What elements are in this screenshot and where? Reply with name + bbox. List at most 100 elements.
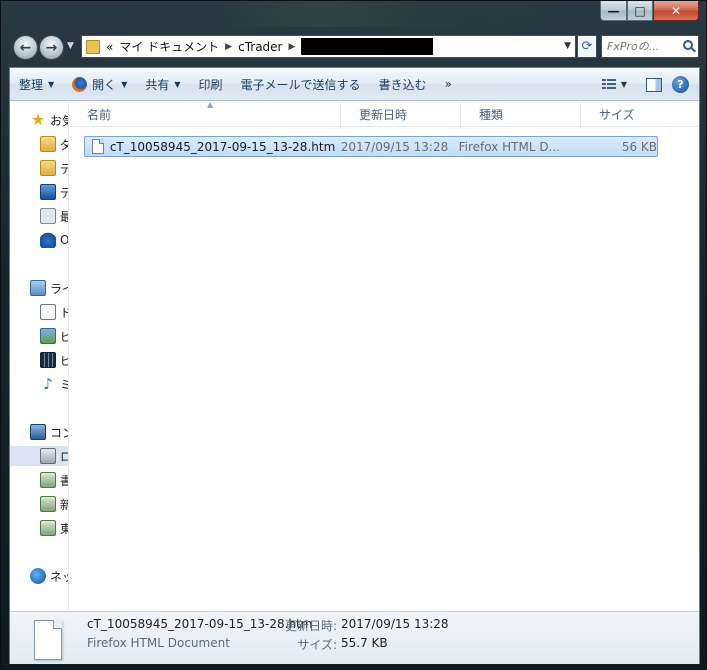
nav-item-label: 東 <box>60 521 68 536</box>
nav-local-disk[interactable]: ロ <box>10 446 68 466</box>
details-size-value: 55.7 KB <box>341 636 388 650</box>
address-dropdown-icon[interactable]: ▼ <box>564 41 571 51</box>
column-header-size[interactable]: サイズ <box>581 102 661 127</box>
address-bar[interactable]: « マイ ドキュメント ▶ cTrader ▶ ▼ <box>81 35 576 58</box>
details-file-type: Firefox HTML Document <box>87 636 230 650</box>
details-modified-value: 2017/09/15 13:28 <box>341 617 449 631</box>
refresh-button[interactable]: ⟳ <box>577 35 597 58</box>
column-header-date[interactable]: 更新日時 <box>341 102 461 127</box>
nav-music[interactable]: ♪ ミ <box>40 374 68 394</box>
libraries-icon <box>30 280 46 296</box>
more-commands-button[interactable]: » <box>436 68 461 101</box>
nav-item-label: 書 <box>60 473 68 488</box>
firefox-icon <box>72 76 88 92</box>
open-menu[interactable]: 開く ▼ <box>63 68 136 101</box>
print-button[interactable]: 印刷 <box>190 68 232 101</box>
preview-pane-icon[interactable] <box>646 77 662 92</box>
details-modified-label: 更新日時: <box>284 619 337 633</box>
print-label: 印刷 <box>198 77 223 92</box>
nav-item-label: ロ <box>60 449 68 464</box>
nav-network-drive-3[interactable]: 東 <box>40 518 68 538</box>
nav-item-label: ド <box>60 305 68 320</box>
share-menu[interactable]: 共有 ▼ <box>136 68 189 101</box>
recent-pages-dropdown[interactable]: ▼ <box>67 41 74 51</box>
help-icon[interactable]: ? <box>672 76 689 93</box>
column-header-type[interactable]: 種類 <box>461 102 581 127</box>
breadcrumb-separator-icon[interactable]: ▶ <box>288 42 295 52</box>
forward-button[interactable]: → <box>39 35 64 60</box>
explorer-client-area: 整理 ▼ 開く ▼ 共有 ▼ 印刷 電子メールで送信する 書き込む » ▼ ? … <box>9 67 700 664</box>
breadcrumb-overflow[interactable]: « <box>106 40 113 54</box>
nav-network-drive-2[interactable]: 新 <box>40 494 68 514</box>
breadcrumb-item-my-documents[interactable]: マイ ドキュメント <box>119 38 219 55</box>
nav-item-label: ビ <box>60 353 68 368</box>
nav-documents[interactable]: ド <box>40 302 68 322</box>
share-label: 共有 <box>145 77 170 92</box>
folder-icon <box>40 160 56 176</box>
nav-downloads[interactable]: ダ <box>40 134 68 154</box>
nav-recent-places[interactable]: 最 <box>40 206 68 226</box>
file-type: Firefox HTML D... <box>458 139 560 154</box>
nav-network[interactable]: ネッ <box>30 566 68 586</box>
onedrive-cloud-icon <box>40 232 56 248</box>
burn-button[interactable]: 書き込む <box>370 68 436 101</box>
minimize-button[interactable]: — <box>600 1 627 21</box>
details-size-label: サイズ: <box>297 638 337 652</box>
change-view-button[interactable]: ▼ <box>593 68 636 101</box>
organize-label: 整理 <box>19 77 44 92</box>
nav-item-label: ネッ <box>50 569 68 584</box>
nav-item-label: 新 <box>60 497 68 512</box>
nav-computer[interactable]: コン <box>30 422 68 442</box>
search-box[interactable] <box>601 35 699 58</box>
network-drive-icon <box>40 472 56 488</box>
nav-libraries[interactable]: ライ <box>30 278 68 298</box>
breadcrumb-separator-icon[interactable]: ▶ <box>225 42 232 52</box>
refresh-icon: ⟳ <box>581 39 593 54</box>
window-frame: — □ ✕ ← → ▼ « マイ ドキュメント ▶ cTrader ▶ ▼ ⟳ <box>0 0 707 670</box>
nav-pictures[interactable]: ピ <box>40 326 68 346</box>
email-button[interactable]: 電子メールで送信する <box>232 68 370 101</box>
nav-item-label: ライ <box>50 281 68 296</box>
maximize-button[interactable]: □ <box>627 1 653 21</box>
nav-item-label: コン <box>50 425 68 440</box>
column-type-label: 種類 <box>479 108 504 122</box>
details-view-icon <box>601 78 616 91</box>
close-button[interactable]: ✕ <box>653 1 699 21</box>
nav-folder[interactable]: デ <box>40 158 68 178</box>
redacted-path-block <box>301 38 434 55</box>
more-label: » <box>444 77 452 91</box>
breadcrumb-item-ctrader[interactable]: cTrader <box>238 40 282 54</box>
network-drive-icon <box>40 496 56 512</box>
organize-menu[interactable]: 整理 ▼ <box>10 68 63 101</box>
desktop-icon <box>40 184 56 200</box>
chevron-down-icon: ▼ <box>48 79 55 89</box>
pictures-icon <box>40 328 56 344</box>
burn-label: 書き込む <box>378 77 427 92</box>
arrow-right-icon: → <box>45 39 58 56</box>
pane-splitter[interactable] <box>68 102 69 610</box>
nav-network-drive-1[interactable]: 書 <box>40 470 68 490</box>
network-icon <box>30 568 46 584</box>
nav-videos[interactable]: ビ <box>40 350 68 370</box>
back-button[interactable]: ← <box>13 35 38 60</box>
nav-onedrive[interactable]: O <box>40 230 68 250</box>
open-label: 開く <box>92 77 117 92</box>
file-name: cT_10058945_2017-09-15_13-28.htm <box>109 139 336 154</box>
nav-desktop[interactable]: デ <box>40 182 68 202</box>
navigation-row: ← → ▼ « マイ ドキュメント ▶ cTrader ▶ ▼ ⟳ <box>9 33 699 61</box>
nav-item-label: お気 <box>50 113 68 128</box>
search-input[interactable] <box>607 40 683 53</box>
column-header-row: ▲ 名前 更新日時 種類 サイズ <box>69 100 699 127</box>
recent-places-icon <box>40 208 56 224</box>
file-row[interactable]: cT_10058945_2017-09-15_13-28.htm 2017/09… <box>84 136 658 157</box>
nav-item-label: ミ <box>60 377 68 392</box>
nav-item-label: O <box>60 233 68 247</box>
column-header-name[interactable]: 名前 <box>69 102 341 127</box>
nav-favorites[interactable]: ★ お気 <box>30 110 68 130</box>
chevron-down-icon: ▼ <box>121 79 128 89</box>
documents-icon <box>40 304 56 320</box>
search-icon[interactable] <box>683 40 693 50</box>
navigation-pane: ★ お気 ダ デ デ 最 O <box>10 102 68 610</box>
videos-icon <box>40 352 56 368</box>
file-date: 2017/09/15 13:28 <box>340 139 449 154</box>
